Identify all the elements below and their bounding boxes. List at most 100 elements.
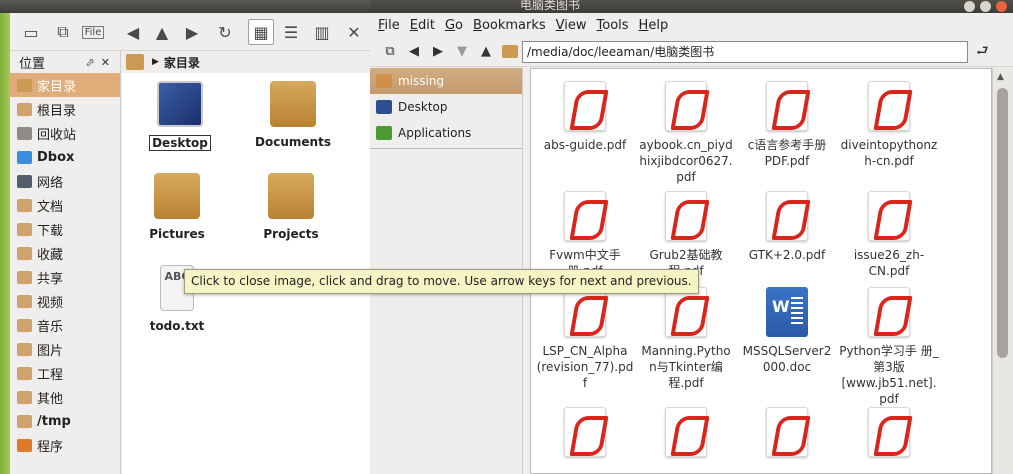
file-label: MSSQLServer2 000.doc	[742, 344, 832, 374]
sidebar-item[interactable]: Dbox	[10, 145, 120, 169]
close-tab-button[interactable]: ✕	[341, 19, 367, 45]
file-label: Documents	[255, 135, 331, 149]
menu-tools[interactable]: Tools	[597, 18, 629, 33]
forward-button[interactable]: ▶	[179, 19, 205, 45]
reload-button[interactable]: ↻	[212, 19, 238, 45]
new-window-icon: ⧉	[385, 44, 395, 59]
file-item[interactable]: Manning.Pytho n与Tkinter编 程.pdf	[636, 287, 736, 391]
file-item[interactable]: Grub2基础教 程.pdf	[636, 191, 736, 279]
place-label: Applications	[398, 126, 472, 140]
file-button[interactable]: File	[80, 19, 106, 45]
breadcrumb-home[interactable]: 家目录	[164, 54, 200, 71]
pdf-icon	[868, 407, 910, 457]
folder-icon	[17, 294, 32, 308]
icon-view-button[interactable]: ▦	[248, 19, 274, 45]
file-item[interactable]: Desktop	[135, 81, 225, 151]
go-button[interactable]: ⮐	[976, 40, 989, 64]
file-item[interactable]: abs-guide.pdf	[535, 81, 635, 153]
new-window-button[interactable]: ▭	[18, 19, 44, 45]
file-item[interactable]: Documents	[248, 81, 338, 149]
file-item[interactable]: Projects	[246, 173, 336, 241]
sidebar-item-label: 根目录	[37, 103, 77, 119]
menu-bookmarks[interactable]: Bookmarks	[473, 18, 546, 33]
menu-edit[interactable]: Edit	[410, 18, 435, 33]
file-item[interactable]	[636, 407, 736, 463]
connect-server-button[interactable]: ⧉	[50, 19, 76, 45]
file-item[interactable]: c语言参考手册 PDF.pdf	[737, 81, 837, 169]
sidebar-controls[interactable]: ⬀✕	[86, 56, 116, 69]
place-item[interactable]: missing	[370, 68, 522, 94]
scroll-up-icon[interactable]: ▲	[997, 72, 1004, 82]
menu-view[interactable]: View	[556, 18, 587, 33]
minimize-button[interactable]	[964, 1, 975, 12]
up-button[interactable]: ▲	[474, 41, 498, 63]
split-view-button[interactable]: ▥	[309, 19, 335, 45]
file-item[interactable]: LSP_CN_Alpha (revision_77).pd f	[535, 287, 635, 391]
place-item[interactable]: Applications	[370, 120, 522, 146]
file-icon: File	[81, 25, 105, 39]
sidebar-item[interactable]: 根目录	[10, 97, 120, 121]
maximize-button[interactable]	[980, 1, 991, 12]
sidebar-item[interactable]: 下载	[10, 217, 120, 241]
sidebar-item[interactable]: 其他	[10, 385, 120, 409]
left-toolbar: ▭ ⧉ File ◀ ▲ ▶ ↻ ▦ ☰ ▥ ✕	[10, 13, 372, 51]
file-item[interactable]: Python学习手 册_第3版 [www.jb51.net]. pdf	[839, 287, 939, 407]
sidebar-item[interactable]: 音乐	[10, 313, 120, 337]
back-button[interactable]: ◀	[402, 41, 426, 63]
applications-icon	[376, 126, 392, 140]
sidebar-item[interactable]: 回收站	[10, 121, 120, 145]
folder-icon	[17, 414, 32, 428]
path-arrow-icon[interactable]: ▶	[152, 57, 159, 67]
file-item[interactable]: GTK+2.0.pdf	[737, 191, 837, 263]
sidebar-item[interactable]: 程序	[10, 433, 120, 457]
file-item[interactable]: Pictures	[132, 173, 222, 241]
sidebar-item[interactable]: 视频	[10, 289, 120, 313]
sidebar-item[interactable]: 共享	[10, 265, 120, 289]
pdf-icon	[665, 287, 707, 337]
left-window-titlebar[interactable]	[0, 0, 372, 13]
file-item[interactable]: MSSQLServer2 000.doc	[737, 287, 837, 375]
file-item[interactable]	[535, 407, 635, 463]
history-dropdown-button[interactable]: ▼	[450, 41, 474, 63]
folder-icon	[17, 102, 32, 116]
location-input[interactable]	[522, 40, 968, 63]
close-icon: ✕	[347, 22, 361, 42]
file-item[interactable]: Fvwm中文手 册.pdf	[535, 191, 635, 279]
place-item[interactable]: Desktop	[370, 94, 522, 120]
back-button[interactable]: ◀	[120, 19, 146, 45]
vertical-scrollbar[interactable]: ▲	[992, 68, 1013, 474]
window-titlebar[interactable]: 电脑类图书	[370, 0, 1013, 13]
up-button[interactable]: ▲	[149, 19, 175, 45]
file-label: c语言参考手册 PDF.pdf	[747, 138, 827, 168]
menu-help[interactable]: Help	[639, 18, 669, 33]
menu-label-rest: elp	[648, 17, 669, 33]
sidebar-item[interactable]: 家目录	[10, 73, 120, 97]
split-view-icon: ▥	[314, 22, 330, 42]
close-window-button[interactable]	[996, 1, 1007, 12]
home-icon[interactable]	[126, 54, 144, 70]
window-title: 电脑类图书	[520, 0, 581, 12]
left-file-manager-window: ▭ ⧉ File ◀ ▲ ▶ ↻ ▦ ☰ ▥ ✕ 位置 ⬀✕ 家目录 根目录 回收站…	[0, 0, 372, 474]
scroll-thumb[interactable]	[997, 88, 1008, 358]
menu-go[interactable]: Go	[445, 18, 463, 33]
file-item[interactable]: diveintopythonz h-cn.pdf	[839, 81, 939, 169]
sidebar-item[interactable]: /tmp	[10, 409, 120, 433]
forward-button[interactable]: ▶	[426, 41, 450, 63]
sidebar-item[interactable]: 图片	[10, 337, 120, 361]
file-item[interactable]: aybook.cn_piyd hixjibdcor0627. pdf	[636, 81, 736, 185]
file-label: GTK+2.0.pdf	[748, 248, 826, 262]
file-item[interactable]	[737, 407, 837, 463]
pdf-icon	[665, 407, 707, 457]
new-window-button[interactable]: ⧉	[378, 41, 402, 63]
menu-file[interactable]: File	[378, 18, 400, 33]
detail-view-button[interactable]: ☰	[278, 19, 304, 45]
trash-icon	[17, 126, 32, 140]
sidebar-item[interactable]: 网络	[10, 169, 120, 193]
file-item[interactable]	[839, 407, 939, 463]
file-item[interactable]: issue26_zh- CN.pdf	[839, 191, 939, 279]
sidebar-item[interactable]: 收藏	[10, 241, 120, 265]
sidebar-item-label: /tmp	[37, 413, 71, 429]
sidebar-item[interactable]: 工程	[10, 361, 120, 385]
sidebar-item[interactable]: 文档	[10, 193, 120, 217]
sidebar-item-label: 共享	[37, 271, 64, 287]
